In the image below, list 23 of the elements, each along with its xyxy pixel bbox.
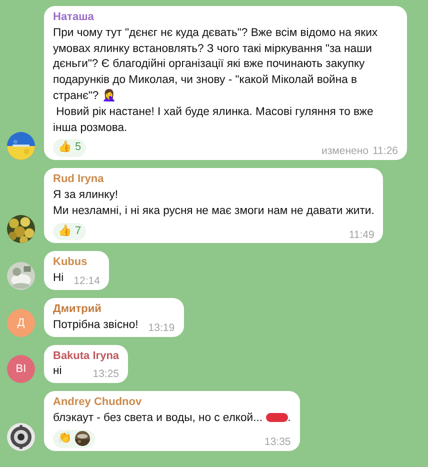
reaction-chip[interactable]: 👍 7 [53, 222, 86, 240]
author-name[interactable]: Наташа [53, 10, 94, 26]
author-name[interactable]: Дмитрий [53, 302, 102, 318]
message-time: 13:19 [148, 320, 175, 336]
message-time: 11:49 [348, 228, 374, 243]
edited-label: изменено [321, 144, 368, 160]
message-time: 11:26 [372, 144, 398, 160]
message-text: Hi [53, 271, 64, 286]
avatar[interactable]: Д [7, 308, 35, 337]
author-name[interactable]: Kubus [53, 255, 88, 272]
message-time: 13:35 [264, 434, 291, 450]
author-name[interactable]: Andrey Chudnov [53, 395, 142, 411]
message-time: 12:14 [74, 274, 100, 290]
message-text: ні [53, 364, 62, 380]
avatar[interactable]: BI [7, 355, 35, 384]
message-text: Потрібна звісно! [53, 318, 138, 333]
message-text: Я за ялинку! Ми незламні, і ні яка русня не має змоги нам не давати жити. [53, 188, 374, 217]
message-text: блэкаут - без света и воды, но с елкой... . [53, 412, 291, 424]
author-name[interactable]: Bakuta Iryna [53, 348, 120, 364]
message-time: 13:25 [92, 367, 120, 382]
author-name[interactable]: Rud Iryna [53, 172, 104, 188]
message-text: При чому тут "дєнєг нє куда дєвать"? Вже всім відомо на яких умовах ялинку встановлять? З чого такі міркування "за наши дєньги"? Є благодійні організації які вже починають закупку подарунків до Миколая, чи знову - "какой Міколай война в странє"? 🤦‍♀ Новий рік настане! І хай буде ялинка. Масові гуляння то вже інша розмова. [53, 26, 379, 134]
reaction-chip[interactable]: 👍 5 [53, 139, 86, 158]
